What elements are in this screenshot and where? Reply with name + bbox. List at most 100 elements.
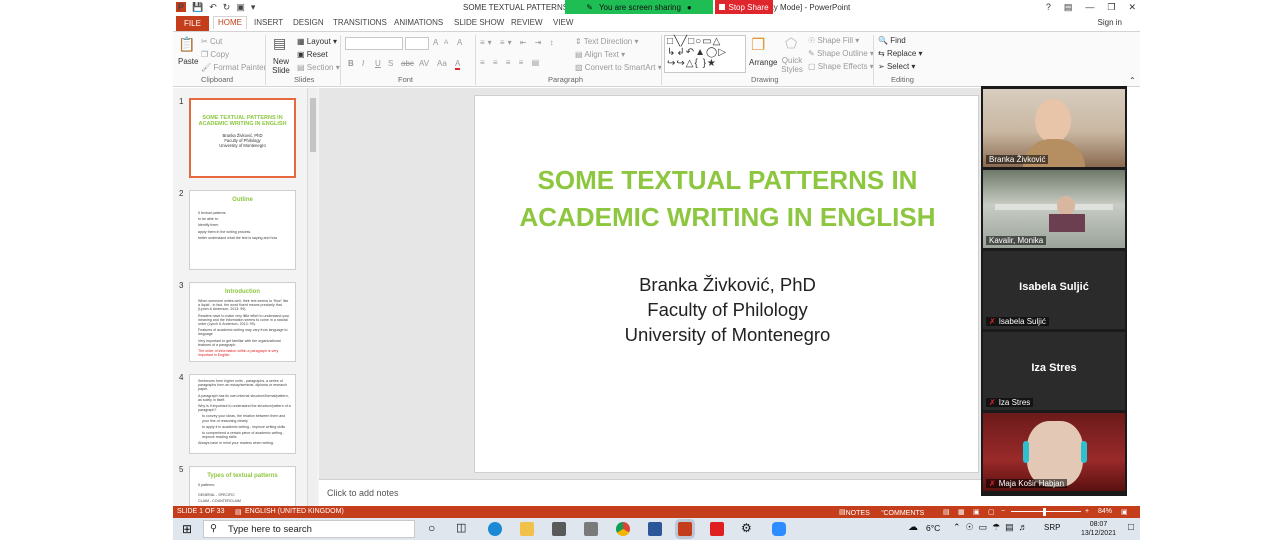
zoom-in-button[interactable]: + (1085, 508, 1089, 515)
character-spacing-button[interactable]: AV (419, 59, 429, 68)
powerpoint-taskbar-icon[interactable] (678, 522, 692, 536)
slide-thumbnail-5[interactable]: Types of textual patterns 5 patterns: GE… (189, 466, 296, 506)
tab-view[interactable]: VIEW (553, 18, 573, 27)
paste-button[interactable]: Paste (178, 57, 198, 66)
zoom-slider-thumb[interactable] (1043, 508, 1046, 516)
alignment-buttons-icon[interactable]: ≡ ≡ ≡ ≡ ▤ (480, 58, 542, 67)
align-text-button[interactable]: ▤ Align Text ▾ (575, 50, 625, 59)
participant-tile[interactable]: Branka Živković (983, 89, 1125, 167)
spellcheck-icon[interactable]: ▤ (235, 508, 242, 516)
notes-toggle[interactable]: ▤ NOTES (839, 508, 870, 517)
tab-insert[interactable]: INSERT (254, 18, 283, 27)
font-color-button[interactable]: A (455, 59, 461, 70)
slide-title[interactable]: SOME TEXTUAL PATTERNS IN ACADEMIC WRITIN… (475, 162, 980, 236)
tab-review[interactable]: REVIEW (511, 18, 543, 27)
taskbar-search-box[interactable]: ⚲ Type here to search (203, 520, 415, 538)
ribbon-display-icon[interactable]: ▤ (1064, 2, 1073, 13)
input-language[interactable]: SRP (1044, 523, 1060, 532)
tab-animations[interactable]: ANIMATIONS (394, 18, 443, 27)
task-view-icon[interactable]: ◫ (456, 521, 466, 534)
settings-gear-icon[interactable]: ⚙ (741, 521, 752, 535)
italic-button[interactable]: I (362, 59, 364, 68)
participant-tile[interactable]: Isabela Suljić ✗ Isabela Suljić (983, 251, 1125, 329)
zoom-level[interactable]: 84% (1098, 508, 1112, 515)
weather-icon[interactable]: ☁ (908, 522, 918, 533)
mail-icon[interactable] (584, 522, 598, 536)
new-slide-button[interactable]: New Slide (270, 57, 292, 75)
participant-tile[interactable]: Kavalir, Monika (983, 170, 1125, 248)
text-direction-button[interactable]: ⇕ Text Direction ▾ (575, 37, 639, 46)
paste-icon[interactable]: 📋 (178, 36, 195, 53)
shape-effects-button[interactable]: ▢ Shape Effects ▾ (808, 62, 874, 71)
font-name-dropdown[interactable] (345, 37, 403, 50)
cut-button[interactable]: ✂ Cut (201, 37, 222, 46)
notifications-icon[interactable]: □ (1128, 522, 1134, 533)
copy-button[interactable]: ❐ Copy (201, 50, 229, 59)
find-button[interactable]: 🔍 Find (878, 36, 906, 45)
save-icon[interactable]: 💾 (192, 2, 203, 13)
tab-transitions[interactable]: TRANSITIONS (333, 18, 387, 27)
reset-button[interactable]: ▣ Reset (297, 50, 328, 59)
shapes-gallery[interactable]: □╲╱□○▭△ ↳↲↶▲◯▷ ↪↪△{ }★ (664, 35, 746, 73)
cortana-icon[interactable]: ○ (428, 521, 435, 535)
fit-slide-icon[interactable]: ▣ (1121, 508, 1128, 516)
edge-icon[interactable] (488, 522, 502, 536)
arrange-button[interactable]: Arrange (749, 58, 777, 67)
notes-pane[interactable]: Click to add notes (319, 479, 984, 506)
slide-thumbnail-1[interactable]: SOME TEXTUAL PATTERNS IN ACADEMIC WRITIN… (189, 98, 296, 178)
bold-button[interactable]: B (348, 59, 354, 68)
redo-icon[interactable]: ↻ (223, 2, 231, 13)
slide-sorter-icon[interactable]: ▦ (958, 508, 965, 516)
tab-file[interactable]: FILE (176, 16, 209, 31)
current-slide[interactable]: SOME TEXTUAL PATTERNS IN ACADEMIC WRITIN… (474, 95, 979, 473)
minimize-button[interactable]: — (1085, 2, 1094, 13)
slide-subtitle[interactable]: Branka Živković, PhD Faculty of Philolog… (475, 272, 980, 347)
comments-toggle[interactable]: ▫ COMMENTS (881, 508, 924, 517)
restore-button[interactable]: ❐ (1107, 2, 1115, 13)
shrink-font-button[interactable]: A (444, 39, 448, 46)
collapse-ribbon-icon[interactable]: ⌃ (1129, 76, 1136, 85)
quick-styles-button[interactable]: Quick Styles (779, 56, 805, 74)
customize-qat-icon[interactable]: ▾ (251, 2, 256, 13)
underline-button[interactable]: U (375, 59, 381, 68)
close-button[interactable]: ✕ (1128, 2, 1136, 13)
section-button[interactable]: ▤ Section ▾ (297, 63, 340, 72)
select-button[interactable]: ➢ Select ▾ (878, 62, 915, 71)
font-size-dropdown[interactable] (405, 37, 429, 50)
thumbnails-scrollbar[interactable] (307, 88, 317, 506)
shape-outline-button[interactable]: ✎ Shape Outline ▾ (808, 49, 874, 58)
zoom-app-icon[interactable] (772, 522, 786, 536)
language-indicator[interactable]: ENGLISH (UNITED KINGDOM) (245, 508, 344, 515)
clear-formatting-button[interactable]: A (457, 38, 462, 47)
acrobat-icon[interactable] (710, 522, 724, 536)
windows-start-icon[interactable]: ⊞ (182, 522, 192, 536)
present-icon[interactable]: ▣ (236, 2, 245, 13)
sign-in-link[interactable]: Sign in (1098, 18, 1122, 27)
change-case-button[interactable]: Aa (437, 59, 447, 68)
layout-button[interactable]: ▦ Layout ▾ (297, 37, 337, 46)
participant-tile[interactable]: Iza Stres ✗ Iza Stres (983, 332, 1125, 410)
slide-thumbnail-3[interactable]: Introduction When someone writes well, t… (189, 282, 296, 362)
undo-icon[interactable]: ↶ (209, 2, 217, 13)
tab-home[interactable]: HOME (213, 16, 247, 29)
system-tray-icons[interactable]: ⌃☉▭☂▤♬ (953, 522, 1033, 533)
normal-view-icon[interactable]: ▤ (943, 508, 950, 516)
slide-thumbnail-4[interactable]: Sentences form higher units - paragraphs… (189, 374, 296, 454)
list-buttons-icon[interactable]: ≡▾ ≡▾ ⇤ ⇥ ↕ (480, 38, 557, 47)
shape-fill-button[interactable]: ☉ Shape Fill ▾ (808, 36, 859, 45)
stop-share-button[interactable]: Stop Share (715, 0, 773, 14)
scrollbar-thumb[interactable] (310, 98, 316, 152)
slide-show-icon[interactable]: ▢ (988, 508, 995, 516)
zoom-out-button[interactable]: − (1001, 508, 1005, 515)
help-button[interactable]: ? (1046, 2, 1051, 13)
zoom-slider[interactable] (1011, 511, 1081, 512)
tab-slide-show[interactable]: SLIDE SHOW (454, 18, 504, 27)
strikethrough-button[interactable]: abc (401, 59, 414, 68)
chrome-icon[interactable] (616, 522, 630, 536)
word-icon[interactable] (648, 522, 662, 536)
format-painter-button[interactable]: 🖌 Format Painter (201, 63, 266, 72)
participant-tile[interactable]: ✗ Maja Košir Habjan (983, 413, 1125, 491)
store-icon[interactable] (552, 522, 566, 536)
slide-thumbnail-2[interactable]: Outline 5 textual patterns to be able to… (189, 190, 296, 270)
taskbar-clock[interactable]: 08:07 13/12/2021 (1081, 520, 1116, 538)
